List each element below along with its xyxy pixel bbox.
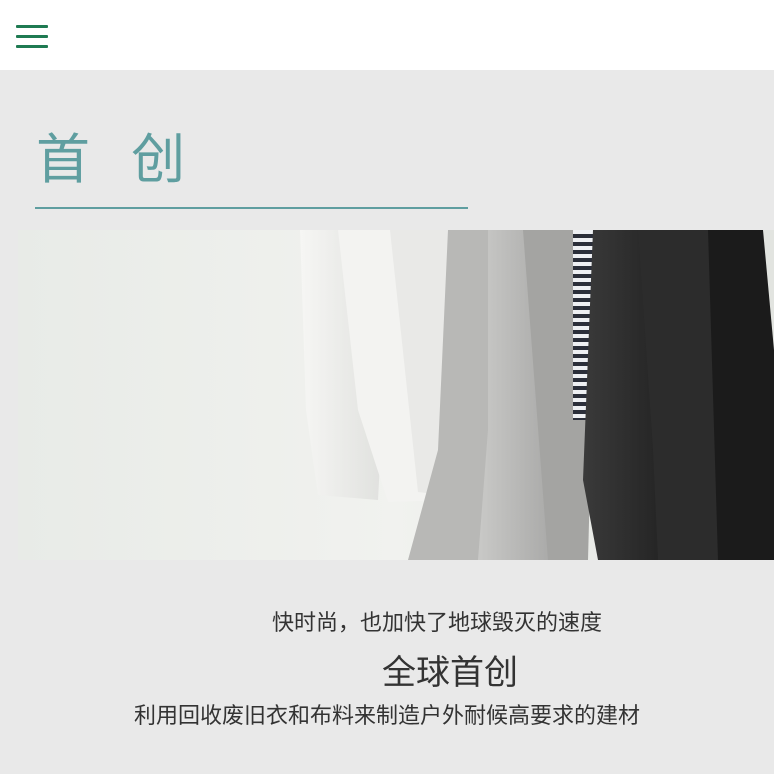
hamburger-menu-icon[interactable] (16, 25, 48, 49)
tagline-world-first: 全球首创 (382, 653, 518, 693)
tagline-fast-fashion: 快时尚，也加快了地球毁灭的速度 (272, 611, 603, 636)
top-nav-bar (0, 0, 774, 70)
page-title: 首 创 (36, 128, 198, 191)
clothes-rack-photo (18, 230, 774, 560)
title-divider (35, 207, 468, 209)
hero-image (18, 230, 774, 560)
tagline-recycled-materials: 利用回收废旧衣和布料来制造户外耐候高要求的建材 (133, 704, 640, 729)
